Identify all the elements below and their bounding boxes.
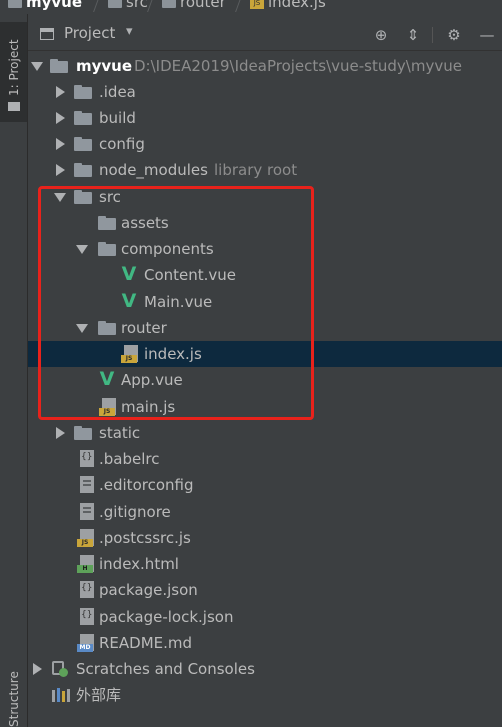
chevron-right-icon[interactable] xyxy=(56,164,65,176)
library-icon xyxy=(52,688,70,702)
chevron-right-icon[interactable] xyxy=(56,138,65,150)
folder-icon xyxy=(108,0,122,8)
tree-row-package-lock-json[interactable]: package-lock.json xyxy=(28,604,502,630)
collapse-all-icon[interactable]: ⇕ xyxy=(404,26,422,44)
js-file-icon: JS xyxy=(250,0,264,9)
chevron-right-icon[interactable] xyxy=(56,86,65,98)
tree-row-postcssrc-js[interactable]: JS .postcssrc.js xyxy=(28,525,502,551)
tree-row-idea[interactable]: .idea xyxy=(28,79,502,105)
structure-tool-tab[interactable]: Structure xyxy=(0,628,27,727)
tree-row-config[interactable]: config xyxy=(28,131,502,157)
highlight-box xyxy=(38,186,314,420)
project-view-icon xyxy=(40,28,54,40)
project-tool-tab[interactable]: 1: Project xyxy=(0,22,27,122)
markdown-file-icon: MD xyxy=(77,634,94,652)
folder-icon xyxy=(162,0,176,8)
tree-row-static[interactable]: static xyxy=(28,420,502,446)
json-file-icon xyxy=(80,608,94,625)
folder-icon xyxy=(8,0,22,8)
scratches-icon xyxy=(52,661,68,677)
tree-row-package-json[interactable]: package.json xyxy=(28,577,502,603)
folder-icon xyxy=(74,426,92,440)
toolbar-divider xyxy=(432,27,433,43)
tree-row-index-html[interactable]: H index.html xyxy=(28,551,502,577)
breadcrumb-index-js[interactable]: JS index.js xyxy=(250,0,326,11)
json-file-icon xyxy=(80,581,94,598)
locate-icon[interactable]: ⊕ xyxy=(372,26,390,44)
project-header: Project ▾ ⊕ ⇕ ⚙ — xyxy=(28,20,502,51)
folder-icon xyxy=(74,137,92,151)
tree-row-external-libraries[interactable]: 外部库 xyxy=(28,682,502,708)
breadcrumb-separator xyxy=(235,0,242,12)
folder-icon xyxy=(50,59,68,73)
chevron-right-icon[interactable] xyxy=(56,112,65,124)
chevron-down-icon[interactable] xyxy=(31,62,43,71)
project-tab-label: 1: Project xyxy=(7,39,21,96)
tree-row-root[interactable]: myvue D:\IDEA2019\IdeaProjects\vue-study… xyxy=(28,53,502,79)
library-root-hint: library root xyxy=(214,161,298,179)
folder-icon xyxy=(74,111,92,125)
breadcrumb: myvue src router JS index.js xyxy=(0,0,502,14)
breadcrumb-src[interactable]: src xyxy=(108,0,148,11)
js-file-icon: JS xyxy=(77,529,94,547)
structure-tab-label: Structure xyxy=(7,671,21,727)
chevron-down-icon[interactable]: ▾ xyxy=(126,24,133,39)
json-file-icon xyxy=(80,450,94,467)
tree-row-scratches[interactable]: Scratches and Consoles xyxy=(28,656,502,682)
folder-icon xyxy=(74,163,92,177)
root-name: myvue xyxy=(76,57,133,75)
html-file-icon: H xyxy=(77,555,94,573)
breadcrumb-router[interactable]: router xyxy=(162,0,226,11)
chevron-right-icon[interactable] xyxy=(56,427,65,439)
tree-row-editorconfig[interactable]: .editorconfig xyxy=(28,472,502,498)
gear-icon[interactable]: ⚙ xyxy=(445,26,463,44)
folder-icon xyxy=(74,85,92,99)
tree-row-readme-md[interactable]: MD README.md xyxy=(28,630,502,656)
root-path: D:\IDEA2019\IdeaProjects\vue-study\myvue xyxy=(134,57,462,75)
project-view-selector[interactable]: Project xyxy=(64,24,115,42)
tree-row-build[interactable]: build xyxy=(28,105,502,131)
tree-row-node-modules[interactable]: node_modules library root xyxy=(28,157,502,183)
config-file-icon xyxy=(80,476,94,493)
breadcrumb-myvue[interactable]: myvue xyxy=(8,0,82,11)
breadcrumb-separator xyxy=(93,0,100,12)
tree-row-babelrc[interactable]: .babelrc xyxy=(28,446,502,472)
chevron-right-icon[interactable] xyxy=(33,663,42,675)
tree-row-gitignore[interactable]: .gitignore xyxy=(28,499,502,525)
text-file-icon xyxy=(80,503,94,520)
folder-icon xyxy=(8,102,20,111)
hide-icon[interactable]: — xyxy=(478,26,496,44)
breadcrumb-separator xyxy=(147,0,154,12)
